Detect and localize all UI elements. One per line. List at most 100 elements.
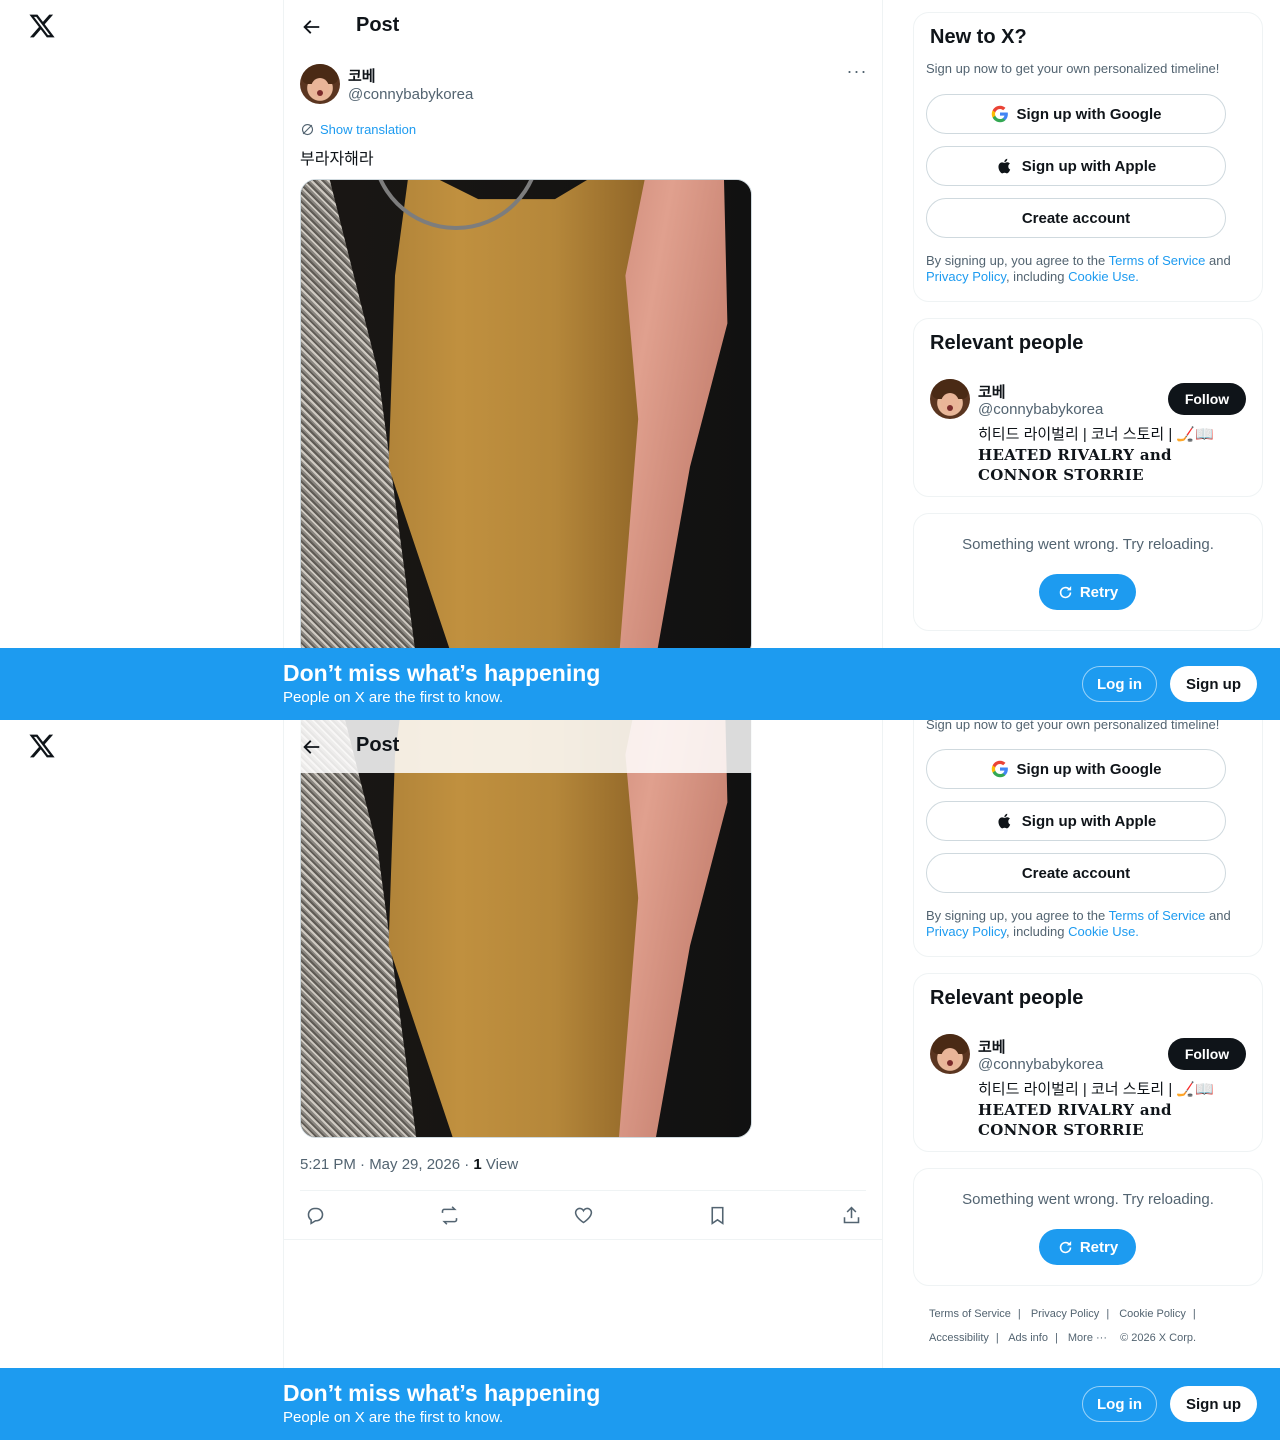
post-image[interactable] <box>300 720 752 1138</box>
more-options-icon[interactable]: ··· <box>846 62 868 84</box>
footer-separator: | <box>1192 1308 1196 1320</box>
login-button[interactable]: Log in <box>1082 666 1157 702</box>
signup-apple-label: Sign up with Apple <box>1021 157 1157 175</box>
signup-card-subtitle: Sign up now to get your own personalized… <box>926 61 1220 76</box>
error-message: Something went wrong. Try reloading. <box>962 1191 1214 1208</box>
footer-cookie-link[interactable]: Cookie Policy <box>1119 1308 1186 1320</box>
signup-card: Sign up now to get your own personalized… <box>913 720 1263 957</box>
legal-prefix: By signing up, you agree to the <box>926 253 1109 268</box>
retry-label: Retry <box>1079 583 1119 601</box>
repost-button[interactable] <box>434 1202 464 1228</box>
like-button[interactable] <box>568 1202 598 1228</box>
show-translation-link[interactable]: Show translation <box>300 122 416 137</box>
show-translation-label: Show translation <box>320 122 417 137</box>
translate-icon <box>301 123 314 136</box>
avatar[interactable] <box>300 64 340 104</box>
footer-ads-link[interactable]: Ads info <box>1008 1332 1048 1344</box>
legal-prefix: By signing up, you agree to the <box>926 908 1109 923</box>
footer-terms-link[interactable]: Terms of Service <box>929 1308 1011 1320</box>
follow-button[interactable]: Follow <box>1168 383 1246 415</box>
footer-more-link[interactable]: More ··· <box>1068 1332 1107 1344</box>
relevant-person-handle[interactable]: @connybabykorea <box>978 1056 1103 1073</box>
views-label: View <box>481 1156 519 1173</box>
signup-apple-button[interactable]: Sign up with Apple <box>926 146 1226 186</box>
banner-title: Don’t miss what’s happening <box>283 1380 601 1406</box>
viewport-top: Post 코베 @connybabykorea ··· Show transla… <box>0 0 1280 720</box>
post-image[interactable] <box>300 179 752 659</box>
privacy-link[interactable]: Privacy Policy <box>926 924 1006 939</box>
login-prompt-banner: Don’t miss what’s happening People on X … <box>0 1368 1280 1440</box>
post-header: Post <box>284 0 882 53</box>
banner-subtitle: People on X are the first to know. <box>283 1409 504 1426</box>
create-account-button[interactable]: Create account <box>926 853 1226 893</box>
relevant-person-bio: 히티드 라이벌리 | 코너 스토리 | 🏒📖 HEATED RIVALRY an… <box>978 425 1248 485</box>
relevant-person-name[interactable]: 코베 <box>978 381 1006 402</box>
terms-link[interactable]: Terms of Service <box>1109 908 1206 923</box>
share-button[interactable] <box>836 1202 866 1228</box>
avatar[interactable] <box>930 1034 970 1074</box>
bio-line-1: 히티드 라이벌리 | 코너 스토리 | 🏒📖 <box>978 1081 1214 1098</box>
error-card: Something went wrong. Try reloading. Ret… <box>913 513 1263 631</box>
retry-button[interactable]: Retry <box>1039 574 1136 610</box>
x-logo-icon[interactable] <box>28 12 56 40</box>
signup-google-button[interactable]: Sign up with Google <box>926 749 1226 789</box>
reply-icon <box>307 1207 323 1225</box>
share-icon <box>843 1206 859 1223</box>
create-account-label: Create account <box>1021 209 1131 227</box>
author-handle[interactable]: @connybabykorea <box>348 86 473 103</box>
bio-line-2: HEATED RIVALRY and CONNOR STORRIE <box>978 1101 1172 1139</box>
footer-accessibility-link[interactable]: Accessibility <box>929 1332 989 1344</box>
signup-apple-button[interactable]: Sign up with Apple <box>926 801 1226 841</box>
google-icon <box>991 760 1008 778</box>
banner-title: Don’t miss what’s happening <box>283 660 601 686</box>
banner-subtitle: People on X are the first to know. <box>283 689 504 706</box>
create-account-button[interactable]: Create account <box>926 198 1226 238</box>
apple-icon <box>998 813 1010 829</box>
signup-card: New to X? Sign up now to get your own pe… <box>913 12 1263 302</box>
heart-icon <box>574 1207 592 1223</box>
sidebar-footer: Terms of Service | Privacy Policy | Cookie… <box>929 1302 1249 1350</box>
relevant-people-card: Relevant people 코베 @connybabykorea Follo… <box>913 973 1263 1152</box>
signup-google-button[interactable]: Sign up with Google <box>926 94 1226 134</box>
back-arrow-icon[interactable] <box>300 736 322 758</box>
bookmark-button[interactable] <box>702 1202 732 1228</box>
main-column: Post 5:21 PM · May 29, 2026 · 1 View <box>283 720 883 1440</box>
relevant-person-handle[interactable]: @connybabykorea <box>978 401 1103 418</box>
login-button[interactable]: Log in <box>1082 1386 1157 1422</box>
footer-privacy-link[interactable]: Privacy Policy <box>1031 1308 1099 1320</box>
legal-and: and <box>1205 908 1231 923</box>
signup-google-label: Sign up with Google <box>1016 105 1162 123</box>
login-prompt-banner: Don’t miss what’s happening People on X … <box>0 648 1280 720</box>
retry-label: Retry <box>1079 1238 1119 1256</box>
apple-icon <box>998 158 1010 174</box>
follow-button[interactable]: Follow <box>1168 1038 1246 1070</box>
cookie-link[interactable]: Cookie Use. <box>1068 924 1139 939</box>
signup-button[interactable]: Sign up <box>1170 666 1257 702</box>
terms-link[interactable]: Terms of Service <box>1109 253 1206 268</box>
signup-button[interactable]: Sign up <box>1170 1386 1257 1422</box>
divider <box>300 1190 866 1191</box>
post-timestamp[interactable]: 5:21 PM · May 29, 2026 · <box>300 1156 473 1173</box>
footer-copyright: © 2026 X Corp. <box>1120 1332 1197 1344</box>
x-logo-icon[interactable] <box>28 732 56 760</box>
page-title: Post <box>356 734 400 756</box>
reply-button[interactable] <box>300 1202 330 1228</box>
legal-including: , including <box>1005 269 1069 284</box>
google-icon <box>991 105 1008 123</box>
signup-card-title: New to X? <box>930 26 1027 48</box>
privacy-link[interactable]: Privacy Policy <box>926 269 1006 284</box>
bio-line-2: HEATED RIVALRY and CONNOR STORRIE <box>978 446 1172 484</box>
back-arrow-icon[interactable] <box>300 16 322 38</box>
footer-separator: | <box>1017 1308 1021 1320</box>
author-display-name[interactable]: 코베 <box>348 65 376 86</box>
signup-legal-text: By signing up, you agree to the Terms of… <box>926 908 1252 940</box>
retry-button[interactable]: Retry <box>1039 1229 1136 1265</box>
relevant-person-name[interactable]: 코베 <box>978 1036 1006 1057</box>
relevant-people-card: Relevant people 코베 @connybabykorea Follo… <box>913 318 1263 497</box>
repost-icon <box>441 1205 457 1225</box>
avatar[interactable] <box>930 379 970 419</box>
cookie-link[interactable]: Cookie Use. <box>1068 269 1139 284</box>
footer-separator: | <box>1106 1308 1110 1320</box>
post-author: 코베 @connybabykorea ··· <box>300 62 868 108</box>
relevant-people-title: Relevant people <box>930 332 1084 354</box>
